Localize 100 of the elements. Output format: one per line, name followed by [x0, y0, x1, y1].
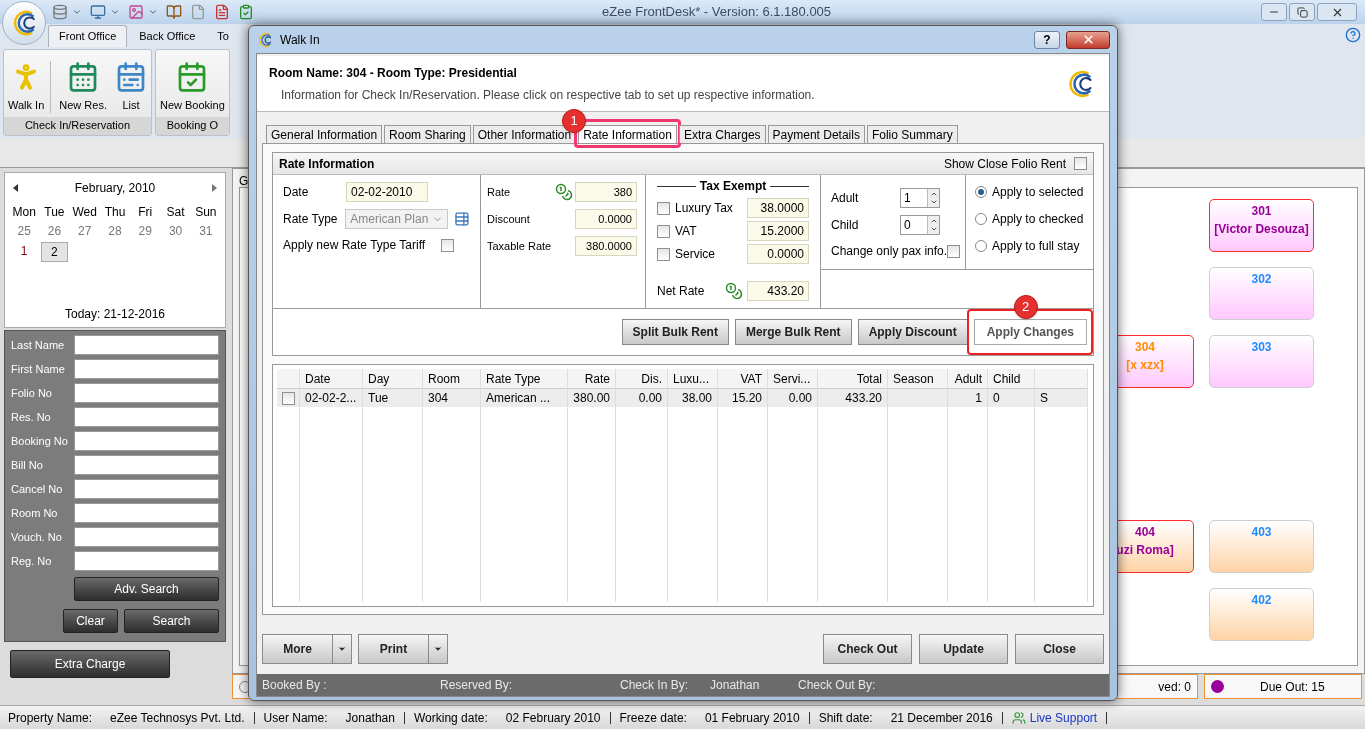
- lookup-icon[interactable]: [454, 211, 470, 227]
- tax-field[interactable]: 0.0000: [747, 244, 809, 264]
- search-field[interactable]: [74, 479, 219, 499]
- calendar-day[interactable]: 25: [11, 222, 38, 240]
- number-spinner[interactable]: 1: [900, 188, 940, 208]
- search-field[interactable]: [74, 551, 219, 571]
- radio-button[interactable]: [975, 186, 987, 198]
- tab[interactable]: Payment Details: [767, 125, 865, 143]
- tab[interactable]: Folio Summary: [866, 125, 958, 143]
- search-field[interactable]: [74, 527, 219, 547]
- amount-field[interactable]: 380.0000: [575, 236, 637, 256]
- checkbox[interactable]: [281, 391, 295, 405]
- tab[interactable]: Rate Information: [578, 125, 677, 143]
- footer-button[interactable]: Update: [919, 634, 1008, 664]
- checklist-icon[interactable]: [238, 4, 254, 20]
- close-button[interactable]: [1317, 3, 1357, 21]
- tab[interactable]: Extra Charges: [678, 125, 766, 143]
- radio-button[interactable]: [975, 213, 987, 225]
- table-cell: 304: [423, 389, 480, 407]
- ribbon-tab[interactable]: Back Office: [129, 25, 206, 47]
- search-field[interactable]: [74, 407, 219, 427]
- column-header: Child: [988, 369, 1034, 389]
- tax-field[interactable]: 15.2000: [747, 221, 809, 241]
- advanced-search-button[interactable]: Adv. Search: [74, 577, 219, 601]
- previous-month-icon[interactable]: [13, 184, 18, 192]
- tab[interactable]: Room Sharing: [384, 125, 471, 143]
- field-label: Adult: [831, 190, 860, 207]
- net-rate-field[interactable]: 433.20: [747, 281, 809, 301]
- checkbox[interactable]: [441, 238, 454, 252]
- monitor-icon[interactable]: [90, 4, 106, 20]
- minimize-button[interactable]: [1261, 3, 1287, 21]
- search-field[interactable]: [74, 383, 219, 403]
- table-cell: 1: [948, 389, 987, 407]
- database-icon[interactable]: [52, 4, 68, 20]
- search-field[interactable]: [74, 455, 219, 475]
- checkbox[interactable]: [657, 247, 670, 261]
- image-icon[interactable]: [128, 4, 144, 20]
- calendar-day[interactable]: 1: [11, 242, 38, 262]
- field-label: Cancel No: [11, 481, 64, 497]
- document-icon[interactable]: [214, 4, 230, 20]
- date-field[interactable]: 02-02-2010: [346, 182, 428, 202]
- checkbox[interactable]: [657, 201, 670, 215]
- action-button[interactable]: Apply Changes: [973, 319, 1087, 345]
- split-button[interactable]: More: [262, 634, 352, 664]
- caret-icon[interactable]: [433, 644, 443, 654]
- footer-button[interactable]: Check Out: [823, 634, 912, 664]
- field-label: Taxable Rate: [487, 238, 553, 254]
- split-button[interactable]: Print: [358, 634, 448, 664]
- action-button[interactable]: Split Bulk Rent: [621, 319, 729, 345]
- ribbon-button[interactable]: Walk In: [6, 60, 47, 113]
- search-field[interactable]: [74, 431, 219, 451]
- calendar-day[interactable]: 27: [71, 222, 98, 240]
- help-button[interactable]: ?: [1034, 30, 1060, 49]
- ribbon-button[interactable]: New Booking: [157, 60, 227, 113]
- clear-button[interactable]: Clear: [63, 609, 118, 633]
- search-field[interactable]: [74, 359, 219, 379]
- search-field[interactable]: [74, 503, 219, 523]
- info-label: Booked By :: [262, 677, 327, 694]
- radio-button[interactable]: [975, 240, 987, 252]
- search-button[interactable]: Search: [124, 609, 219, 633]
- weekday-label: Sat: [165, 204, 186, 221]
- checkbox[interactable]: [657, 224, 670, 238]
- action-button[interactable]: Merge Bulk Rent: [734, 319, 852, 345]
- calendar-day[interactable]: 30: [162, 222, 189, 240]
- extra-charge-button[interactable]: Extra Charge: [10, 650, 170, 678]
- calendar-day[interactable]: 29: [132, 222, 159, 240]
- calendar-day[interactable]: 28: [101, 222, 129, 240]
- close-button[interactable]: [1066, 30, 1110, 49]
- ribbon-button[interactable]: New Res.: [57, 60, 109, 113]
- ribbon-button[interactable]: List: [112, 60, 149, 113]
- page-icon[interactable]: [190, 4, 206, 20]
- checkbox[interactable]: [1074, 157, 1087, 170]
- ribbon-tab[interactable]: Front Office: [48, 25, 128, 47]
- help-icon[interactable]: [1345, 27, 1361, 43]
- room-tile[interactable]: 301 [Victor Desouza]: [1209, 199, 1314, 252]
- calendar-day[interactable]: 2: [41, 242, 68, 262]
- amount-field[interactable]: 380: [575, 182, 637, 202]
- calendar-day[interactable]: 31: [192, 222, 219, 240]
- field-label: Discount: [487, 211, 531, 227]
- footer-button[interactable]: Close: [1015, 634, 1104, 664]
- amount-field[interactable]: 0.0000: [575, 209, 637, 229]
- checkbox[interactable]: [947, 244, 961, 258]
- tab[interactable]: Other Information: [472, 125, 577, 143]
- currency-icon[interactable]: [555, 183, 573, 201]
- calendar-day[interactable]: 26: [41, 222, 68, 240]
- tab[interactable]: General Information: [266, 125, 383, 143]
- ribbon-tab[interactable]: To: [207, 25, 239, 47]
- support-icon[interactable]: [1011, 710, 1026, 725]
- live-support-link[interactable]: Live Support: [1029, 708, 1098, 727]
- action-button[interactable]: Apply Discount: [857, 319, 968, 345]
- restore-button[interactable]: [1289, 3, 1315, 21]
- currency-icon[interactable]: [725, 282, 743, 300]
- book-icon[interactable]: [166, 4, 182, 20]
- caret-icon[interactable]: [337, 644, 347, 654]
- number-spinner[interactable]: 0: [900, 215, 940, 235]
- status-label: Freeze date:: [619, 709, 687, 727]
- tax-field[interactable]: 38.0000: [747, 198, 809, 218]
- search-field[interactable]: [74, 335, 219, 355]
- next-month-icon[interactable]: [212, 184, 217, 192]
- info-label: Check Out By:: [798, 677, 876, 694]
